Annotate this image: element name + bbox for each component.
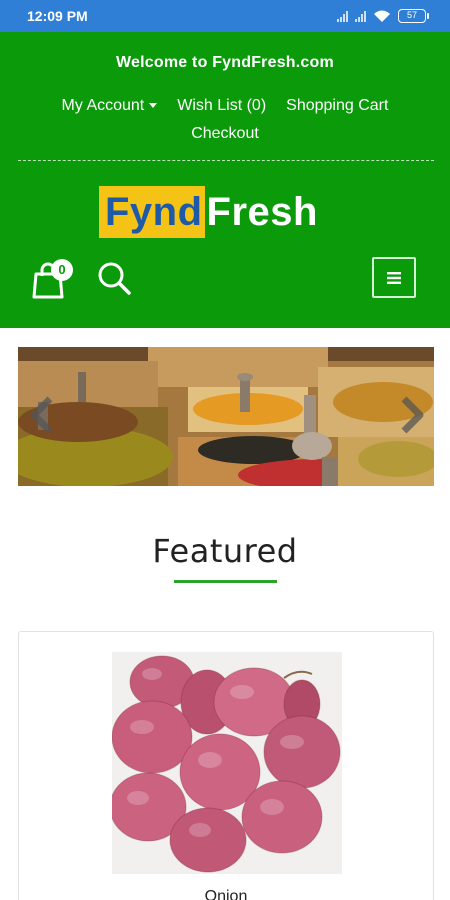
banner-image bbox=[18, 347, 434, 486]
my-account-link[interactable]: My Account bbox=[62, 92, 158, 120]
site-header: Welcome to FyndFresh.com My Account Wish … bbox=[0, 32, 450, 328]
status-bar: 12:09 PM 57 bbox=[0, 0, 450, 32]
status-icons: 57 bbox=[337, 8, 429, 24]
cart-count-badge: 0 bbox=[51, 259, 73, 281]
featured-heading: Featured bbox=[152, 532, 298, 570]
header-divider bbox=[18, 160, 434, 161]
search-icon[interactable] bbox=[96, 260, 132, 296]
logo-part-fynd: Fynd bbox=[99, 186, 205, 238]
logo-part-fresh: Fresh bbox=[206, 190, 318, 234]
chevron-right-icon[interactable] bbox=[396, 395, 426, 435]
signal-icon bbox=[337, 10, 348, 22]
hamburger-menu-button[interactable] bbox=[372, 257, 416, 298]
wifi-icon bbox=[374, 10, 390, 22]
welcome-text: Welcome to FyndFresh.com bbox=[116, 54, 334, 71]
caret-down-icon bbox=[149, 103, 158, 109]
chevron-left-icon[interactable] bbox=[28, 395, 58, 435]
signal-icon-2 bbox=[355, 10, 366, 22]
product-name[interactable]: Onion bbox=[19, 888, 433, 900]
wish-list-link[interactable]: Wish List (0) bbox=[177, 92, 266, 120]
featured-underline bbox=[174, 580, 277, 583]
status-time: 12:09 PM bbox=[27, 8, 88, 24]
product-image[interactable] bbox=[112, 652, 342, 874]
top-links: My Account Wish List (0) Shopping Cart Che… bbox=[20, 92, 430, 148]
onion-image bbox=[112, 652, 342, 874]
battery-icon: 57 bbox=[398, 9, 429, 23]
checkout-link[interactable]: Checkout bbox=[191, 120, 259, 148]
my-account-label: My Account bbox=[61, 97, 145, 114]
shopping-cart-link[interactable]: Shopping Cart bbox=[286, 92, 388, 120]
hamburger-menu-icon bbox=[387, 271, 401, 284]
product-card[interactable]: Onion bbox=[18, 631, 434, 900]
hero-banner[interactable] bbox=[18, 347, 434, 486]
site-logo[interactable]: Fynd Fresh bbox=[99, 186, 318, 238]
